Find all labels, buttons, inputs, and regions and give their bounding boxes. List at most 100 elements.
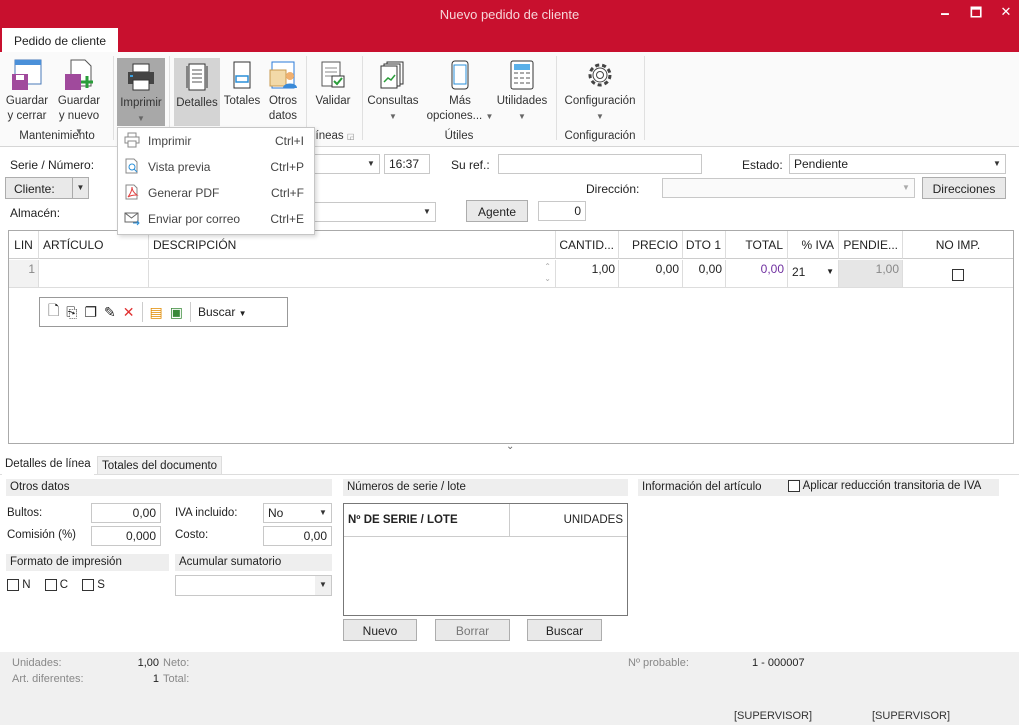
label: Vista previa: [148, 160, 211, 174]
agente-input[interactable]: 0: [538, 201, 586, 221]
acumular-select[interactable]: ▼: [175, 575, 332, 596]
iva-incluido-select[interactable]: No ▼: [263, 503, 332, 523]
chevron-down-icon[interactable]: ▼: [315, 576, 331, 595]
buscar-button[interactable]: Buscar: [527, 619, 602, 641]
hora-field[interactable]: 16:37: [384, 154, 430, 174]
validar-button[interactable]: Validar: [312, 56, 354, 109]
column-header[interactable]: UNIDADES: [510, 504, 627, 537]
checkbox[interactable]: [82, 579, 95, 591]
imprimir-button[interactable]: Imprimir ▼: [117, 58, 165, 126]
label: Guardar: [5, 95, 49, 107]
maximize-button[interactable]: 🗖: [966, 4, 986, 26]
user-label: [SUPERVISOR]: [734, 710, 813, 722]
image-icon[interactable]: ▣: [170, 304, 183, 321]
cell-noimp[interactable]: [903, 260, 1013, 288]
direccion-select[interactable]: ▼: [662, 178, 915, 198]
column-header[interactable]: NO IMP.: [903, 231, 1013, 259]
chevron-down-icon[interactable]: ▼: [419, 203, 435, 221]
column-header[interactable]: TOTAL: [726, 231, 788, 259]
menu-item-imprimir[interactable]: Imprimir Ctrl+I: [118, 128, 314, 154]
checkbox[interactable]: [44, 579, 57, 591]
minimize-button[interactable]: 🗕: [935, 4, 955, 26]
menu-item-vista-previa[interactable]: Vista previa Ctrl+P: [118, 154, 314, 180]
tab-detalles-linea[interactable]: Detalles de línea: [2, 455, 94, 475]
formato-s-checkbox[interactable]: S: [82, 579, 105, 591]
label: Guardar: [57, 95, 101, 107]
splitter-chevron-icon[interactable]: ⌄: [506, 441, 514, 452]
column-header[interactable]: Nº DE SERIE / LOTE: [344, 504, 510, 537]
chevron-down-icon[interactable]: ▼: [898, 179, 914, 197]
probable-label: Nº probable:: [628, 657, 689, 669]
utilidades-button[interactable]: Utilidades ▼: [494, 56, 550, 124]
tab-totales-documento[interactable]: Totales del documento: [97, 456, 223, 475]
label: Buscar: [197, 305, 236, 319]
formato-n-checkbox[interactable]: N: [7, 579, 31, 591]
label: Otros: [268, 95, 298, 107]
column-header[interactable]: PENDIE...: [839, 231, 903, 259]
menu-item-generar-pdf[interactable]: Generar PDF Ctrl+F: [118, 180, 314, 206]
suref-input[interactable]: [498, 154, 702, 174]
chevron-down-icon[interactable]: ▼: [72, 178, 88, 198]
notes-icon[interactable]: ▤: [150, 304, 163, 321]
cell-cantidad[interactable]: 1,00: [556, 260, 619, 288]
chevron-down-icon[interactable]: ▼: [363, 155, 379, 173]
edit-icon[interactable]: ✎: [104, 304, 116, 321]
nuevo-button[interactable]: Nuevo: [343, 619, 417, 641]
chevron-down-icon[interactable]: ▼: [989, 155, 1005, 173]
formato-c-checkbox[interactable]: C: [44, 579, 68, 591]
bultos-label: Bultos:: [7, 507, 43, 519]
checkbox[interactable]: [7, 579, 19, 591]
copy-icon[interactable]: ❐: [84, 304, 97, 321]
chevron-down-icon[interactable]: ▼: [826, 267, 834, 276]
menu-item-enviar-correo[interactable]: Enviar por correo Ctrl+E: [118, 206, 314, 232]
dialog-launcher-icon[interactable]: ◲: [347, 132, 355, 141]
delete-icon[interactable]: ✕: [123, 304, 135, 321]
new-line-icon[interactable]: 🗋: [48, 300, 59, 324]
total-label: Total:: [163, 673, 190, 685]
direcciones-button[interactable]: Direcciones: [922, 177, 1006, 199]
chevron-down-icon[interactable]: ▼: [315, 504, 331, 522]
column-header[interactable]: DESCRIPCIÓN: [149, 231, 556, 259]
column-header[interactable]: DTO 1: [683, 231, 726, 259]
group-lineas: íneas ◲: [310, 130, 360, 142]
estado-select[interactable]: Pendiente ▼: [789, 154, 1006, 174]
consultas-button[interactable]: Consultas ▼: [366, 56, 420, 124]
cliente-selector[interactable]: Cliente: ▼: [5, 177, 89, 199]
column-header[interactable]: ARTÍCULO: [39, 231, 149, 259]
scroll-arrows-icon[interactable]: ⌃ ⌄: [544, 261, 551, 285]
almacen-select[interactable]: ▼: [300, 202, 436, 222]
tab-pedido-de-cliente[interactable]: Pedido de cliente: [2, 28, 118, 52]
agente-button[interactable]: Agente: [466, 200, 528, 222]
checkbox[interactable]: [788, 480, 800, 492]
mas-opciones-button[interactable]: Más opciones... ▼: [424, 56, 496, 124]
cell-iva[interactable]: 21 ▼: [788, 260, 839, 288]
bultos-input[interactable]: 0,00: [91, 503, 161, 523]
close-button[interactable]: ✕: [996, 4, 1016, 20]
detalles-button[interactable]: Detalles: [174, 58, 220, 126]
borrar-button[interactable]: Borrar: [435, 619, 510, 641]
totales-button[interactable]: Totales: [222, 56, 262, 109]
insert-line-icon[interactable]: ⎘: [66, 304, 77, 321]
checkbox[interactable]: [952, 268, 964, 281]
column-header[interactable]: CANTID...: [556, 231, 619, 259]
buscar-dropdown[interactable]: Buscar ▼: [198, 305, 247, 319]
comision-input[interactable]: 0,000: [91, 526, 161, 546]
status-footer: Unidades: 1,00 Neto: Art. diferentes: 1 …: [0, 652, 1019, 725]
column-header[interactable]: PRECIO: [619, 231, 683, 259]
formato-header: Formato de impresión: [6, 554, 169, 571]
label: Enviar por correo: [148, 212, 241, 226]
otros-datos-button[interactable]: Otros datos: [264, 56, 302, 124]
cell-articulo[interactable]: [39, 260, 149, 288]
aplicar-reduccion-checkbox[interactable]: Aplicar reducción transitoria de IVA: [788, 480, 981, 492]
value: Pendiente: [794, 157, 849, 171]
guardar-nuevo-button[interactable]: Guardar y nuevo ▼: [54, 56, 104, 139]
cell-precio[interactable]: 0,00: [619, 260, 683, 288]
column-header[interactable]: LIN: [9, 231, 39, 259]
guardar-cerrar-button[interactable]: Guardar y cerrar: [4, 56, 50, 124]
column-header[interactable]: % IVA: [788, 231, 839, 259]
cell-descripcion[interactable]: ⌃ ⌄: [149, 260, 556, 288]
costo-input[interactable]: 0,00: [263, 526, 332, 546]
save-close-icon: [12, 59, 42, 90]
configuracion-button[interactable]: Configuración ▼: [560, 56, 640, 124]
cell-dto1[interactable]: 0,00: [683, 260, 726, 288]
